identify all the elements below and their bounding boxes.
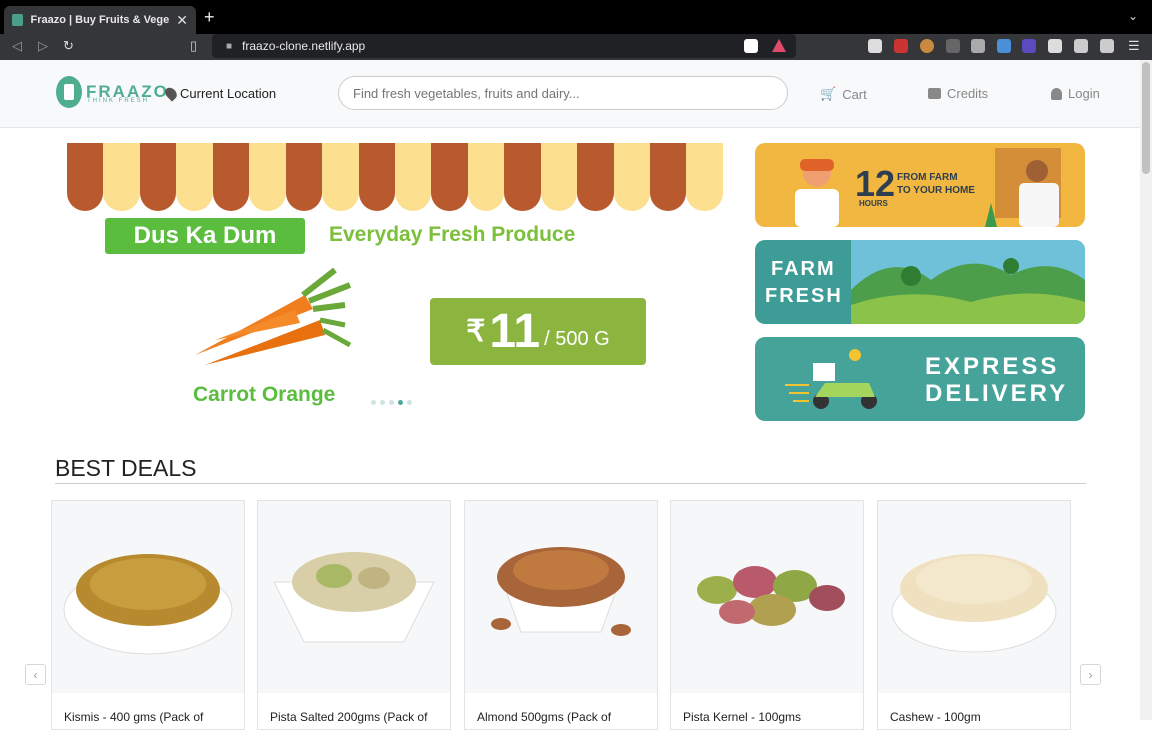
new-tab-icon[interactable]: + bbox=[204, 7, 215, 28]
browser-toolbar: ◁ ▷ ↻ ▯ ■ fraazo-clone.netlify.app ☰ bbox=[0, 34, 1152, 60]
carousel-dot-active[interactable] bbox=[398, 400, 403, 405]
extension-pen-icon[interactable] bbox=[997, 39, 1011, 53]
search-input[interactable] bbox=[338, 76, 788, 110]
awning-graphic bbox=[67, 143, 723, 211]
hero-carousel[interactable]: Dus Ka Dum Everyday Fresh Produce Carrot… bbox=[67, 143, 723, 415]
product-image bbox=[671, 501, 863, 693]
reload-icon[interactable]: ↻ bbox=[63, 38, 74, 54]
logo-subtext: THINK FRESH bbox=[87, 98, 150, 104]
product-image bbox=[258, 501, 450, 693]
best-deals-title: BEST DEALS bbox=[55, 455, 197, 481]
location-label: Current Location bbox=[180, 86, 277, 101]
banner-farm-to-home[interactable]: 12 HOURS FROM FARM TO YOUR HOME bbox=[755, 143, 1085, 227]
cart-link[interactable]: 🛒 Cart bbox=[820, 86, 867, 102]
hero-tagline: Everyday Fresh Produce bbox=[329, 223, 576, 246]
cart-label: Cart bbox=[842, 86, 867, 102]
product-name: Cashew - 100gm bbox=[890, 710, 981, 724]
carousel-dot[interactable] bbox=[407, 400, 412, 405]
login-link[interactable]: Login bbox=[1051, 86, 1100, 101]
hours-label: HOURS bbox=[859, 199, 888, 208]
map-pin-icon bbox=[162, 85, 180, 102]
login-label: Login bbox=[1068, 86, 1100, 101]
address-url: fraazo-clone.netlify.app bbox=[242, 39, 366, 53]
express-line2: DELIVERY bbox=[925, 380, 1069, 407]
product-image bbox=[465, 501, 657, 693]
user-icon bbox=[1051, 87, 1062, 100]
farm-line1: FROM FARM bbox=[897, 172, 958, 183]
scooter-illustration bbox=[785, 349, 877, 409]
carousel-dot[interactable] bbox=[380, 400, 385, 405]
extension-cookie-icon[interactable] bbox=[920, 39, 934, 53]
farm-line2: TO YOUR HOME bbox=[897, 185, 975, 196]
extension-shield-icon[interactable] bbox=[868, 39, 882, 53]
fraazo-logo[interactable]: FRAAZO THINK FRESH bbox=[56, 76, 169, 108]
chevron-left-icon: ‹ bbox=[33, 667, 38, 682]
farm-fresh-line1: FARM bbox=[771, 258, 836, 280]
browser-tab[interactable]: Fraazo | Buy Fruits & Vegetables ✕ bbox=[4, 6, 196, 34]
credits-link[interactable]: Credits bbox=[928, 86, 988, 101]
extensions-puzzle-icon[interactable] bbox=[1048, 39, 1062, 53]
price-value: 11 bbox=[489, 305, 541, 358]
farm-landscape-illustration bbox=[851, 240, 1085, 324]
extension-tp-icon[interactable] bbox=[894, 39, 908, 53]
express-line1: EXPRESS bbox=[925, 353, 1060, 380]
browser-tab-bar: Fraazo | Buy Fruits & Vegetables ✕ + ⌄ bbox=[0, 0, 1152, 34]
hero-product-name: Carrot Orange bbox=[193, 383, 336, 406]
product-image bbox=[52, 501, 244, 693]
site-header: FRAAZO THINK FRESH Current Location 🛒 Ca… bbox=[0, 60, 1140, 128]
banner-farm-fresh[interactable]: FARM FRESH bbox=[755, 240, 1085, 324]
product-card[interactable]: Almond 500gms (Pack of bbox=[464, 500, 658, 730]
back-icon[interactable]: ◁ bbox=[12, 38, 22, 54]
chevron-down-icon[interactable]: ⌄ bbox=[1128, 9, 1138, 23]
address-bar[interactable]: ■ fraazo-clone.netlify.app bbox=[212, 34, 796, 58]
close-tab-icon[interactable]: ✕ bbox=[176, 12, 188, 29]
brave-shield-icon[interactable] bbox=[744, 39, 758, 53]
credits-label: Credits bbox=[947, 86, 989, 101]
logo-leaf-icon bbox=[56, 76, 82, 108]
chevron-right-icon: › bbox=[1088, 667, 1093, 682]
farm-fresh-line2: FRESH bbox=[765, 285, 843, 307]
product-image bbox=[878, 501, 1070, 693]
tab-title: Fraazo | Buy Fruits & Vegetables bbox=[30, 14, 170, 26]
bookmark-icon[interactable]: ▯ bbox=[190, 38, 197, 54]
playlist-icon[interactable] bbox=[1074, 39, 1088, 53]
forward-icon[interactable]: ▷ bbox=[38, 38, 48, 54]
extension-chart-icon[interactable] bbox=[971, 39, 985, 53]
rewards-icon[interactable] bbox=[772, 39, 786, 52]
wallet-credits-icon bbox=[928, 88, 941, 99]
wallet-icon[interactable] bbox=[1100, 39, 1114, 53]
price-unit: / 500 G bbox=[544, 328, 610, 350]
deals-next-arrow[interactable]: › bbox=[1080, 664, 1101, 685]
carousel-dots bbox=[371, 400, 412, 405]
product-card[interactable]: Kismis - 400 gms (Pack of bbox=[51, 500, 245, 730]
product-card[interactable]: Pista Kernel - 100gms bbox=[670, 500, 864, 730]
product-card[interactable]: Pista Salted 200gms (Pack of bbox=[257, 500, 451, 730]
extension-grid-icon[interactable] bbox=[946, 39, 960, 53]
lock-icon: ■ bbox=[226, 40, 233, 52]
product-card[interactable]: Cashew - 100gm bbox=[877, 500, 1071, 730]
hero-badge: Dus Ka Dum bbox=[105, 218, 305, 254]
product-name: Almond 500gms (Pack of bbox=[477, 710, 612, 724]
banner-express-delivery[interactable]: EXPRESS DELIVERY bbox=[755, 337, 1085, 421]
location-selector[interactable]: Current Location bbox=[162, 85, 277, 102]
carrot-image bbox=[195, 267, 352, 365]
carousel-dot[interactable] bbox=[389, 400, 394, 405]
carousel-dot[interactable] bbox=[371, 400, 376, 405]
deals-prev-arrow[interactable]: ‹ bbox=[25, 664, 46, 685]
section-divider bbox=[55, 483, 1086, 484]
product-name: Kismis - 400 gms (Pack of bbox=[64, 710, 204, 724]
product-name: Pista Salted 200gms (Pack of bbox=[270, 710, 428, 724]
product-name: Pista Kernel - 100gms bbox=[683, 710, 802, 724]
menu-icon[interactable]: ☰ bbox=[1128, 38, 1140, 54]
favicon-icon bbox=[12, 14, 24, 26]
cart-icon: 🛒 bbox=[820, 86, 837, 101]
scrollbar-thumb[interactable] bbox=[1142, 62, 1150, 174]
hero-price-box: ₹ 11 / 500 G bbox=[430, 298, 646, 365]
extension-badge-icon[interactable] bbox=[1022, 39, 1036, 53]
price-currency: ₹ bbox=[466, 315, 486, 348]
